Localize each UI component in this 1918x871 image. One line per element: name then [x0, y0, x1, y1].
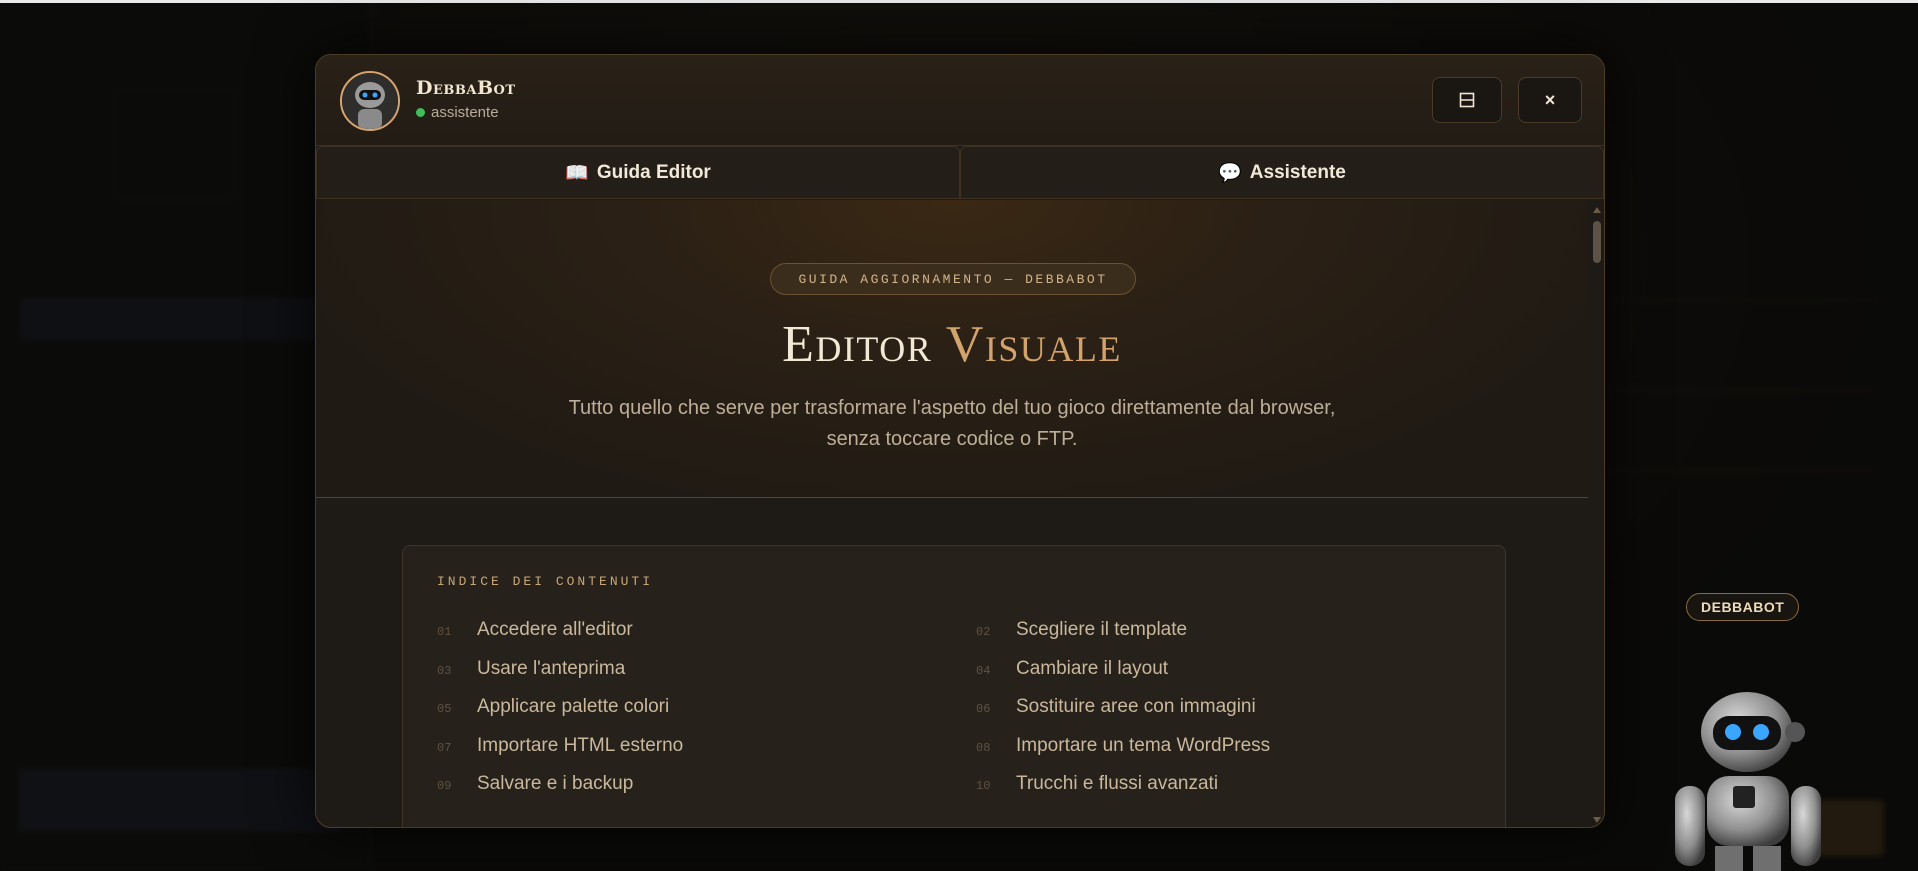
guide-title: Editor Visuale: [316, 315, 1588, 374]
modal-header: DebbaBot assistente ×: [316, 55, 1604, 146]
guide-hero: GUIDA AGGIORNAMENTO — DEBBABOT Editor Vi…: [316, 200, 1588, 498]
guide-kicker-badge: GUIDA AGGIORNAMENTO — DEBBABOT: [770, 263, 1136, 295]
toc-item-07[interactable]: 07 Importare HTML esterno: [437, 735, 683, 757]
robot-avatar-icon: [342, 73, 398, 129]
scroll-down-arrow-icon[interactable]: [1593, 817, 1601, 823]
scrollbar-thumb[interactable]: [1593, 221, 1601, 263]
guide-subtitle: Tutto quello che serve per trasformare l…: [568, 397, 1336, 450]
online-status-dot-icon: [416, 108, 425, 117]
toc-item-02[interactable]: 02 Scegliere il template: [976, 619, 1187, 641]
bot-status: assistente: [416, 104, 499, 121]
bot-name: DebbaBot: [416, 77, 516, 99]
toc-item-10[interactable]: 10 Trucchi e flussi avanzati: [976, 773, 1218, 795]
background-divider: [1600, 470, 1880, 471]
book-icon: 📖: [565, 162, 589, 184]
guide-title-main: Editor: [782, 316, 933, 373]
background-logo: [115, 90, 235, 200]
bot-status-label: assistente: [431, 104, 499, 121]
toc-item-01[interactable]: 01 Accedere all'editor: [437, 619, 633, 641]
bot-avatar: [340, 71, 400, 131]
toc-title: INDICE DEI CONTENUTI: [437, 574, 654, 589]
toc-item-05[interactable]: 05 Applicare palette colori: [437, 696, 669, 718]
browser-top-strip: [0, 0, 1918, 3]
close-button[interactable]: ×: [1518, 77, 1582, 123]
background-divider: [1600, 390, 1880, 391]
toc-item-08[interactable]: 08 Importare un tema WordPress: [976, 735, 1270, 757]
toc-item-04[interactable]: 04 Cambiare il layout: [976, 658, 1168, 680]
tab-guida-editor[interactable]: 📖 Guida Editor: [316, 146, 960, 199]
panel-icon: [1459, 92, 1475, 108]
robot-mascot-icon[interactable]: [1655, 686, 1835, 871]
mascot-badge[interactable]: DEBBABOT: [1686, 593, 1800, 621]
toc-item-09[interactable]: 09 Salvare e i backup: [437, 773, 633, 795]
content-scrollbar[interactable]: [1592, 205, 1602, 825]
background-action-button: [20, 770, 340, 830]
speech-bubble-icon: 💬: [1218, 162, 1242, 184]
toc-item-06[interactable]: 06 Sostituire aree con immagini: [976, 696, 1256, 718]
toc-item-03[interactable]: 03 Usare l'anteprima: [437, 658, 625, 680]
table-of-contents: INDICE DEI CONTENUTI 01 Accedere all'edi…: [402, 545, 1506, 827]
tab-label: Assistente: [1249, 161, 1346, 183]
tab-assistente[interactable]: 💬 Assistente: [960, 146, 1604, 199]
guide-content[interactable]: GUIDA AGGIORNAMENTO — DEBBABOT Editor Vi…: [316, 200, 1588, 827]
expand-button[interactable]: [1432, 77, 1502, 123]
modal-tabs: 📖 Guida Editor 💬 Assistente: [316, 146, 1604, 199]
tab-label: Guida Editor: [596, 161, 711, 183]
guide-title-accent: Visuale: [945, 316, 1122, 373]
close-icon: ×: [1544, 89, 1556, 110]
background-divider: [1600, 300, 1880, 301]
debbabot-modal: DebbaBot assistente × 📖 Guida Editor 💬 A…: [315, 54, 1605, 828]
background-shop-banner: [22, 300, 337, 338]
scroll-up-arrow-icon[interactable]: [1593, 207, 1601, 213]
